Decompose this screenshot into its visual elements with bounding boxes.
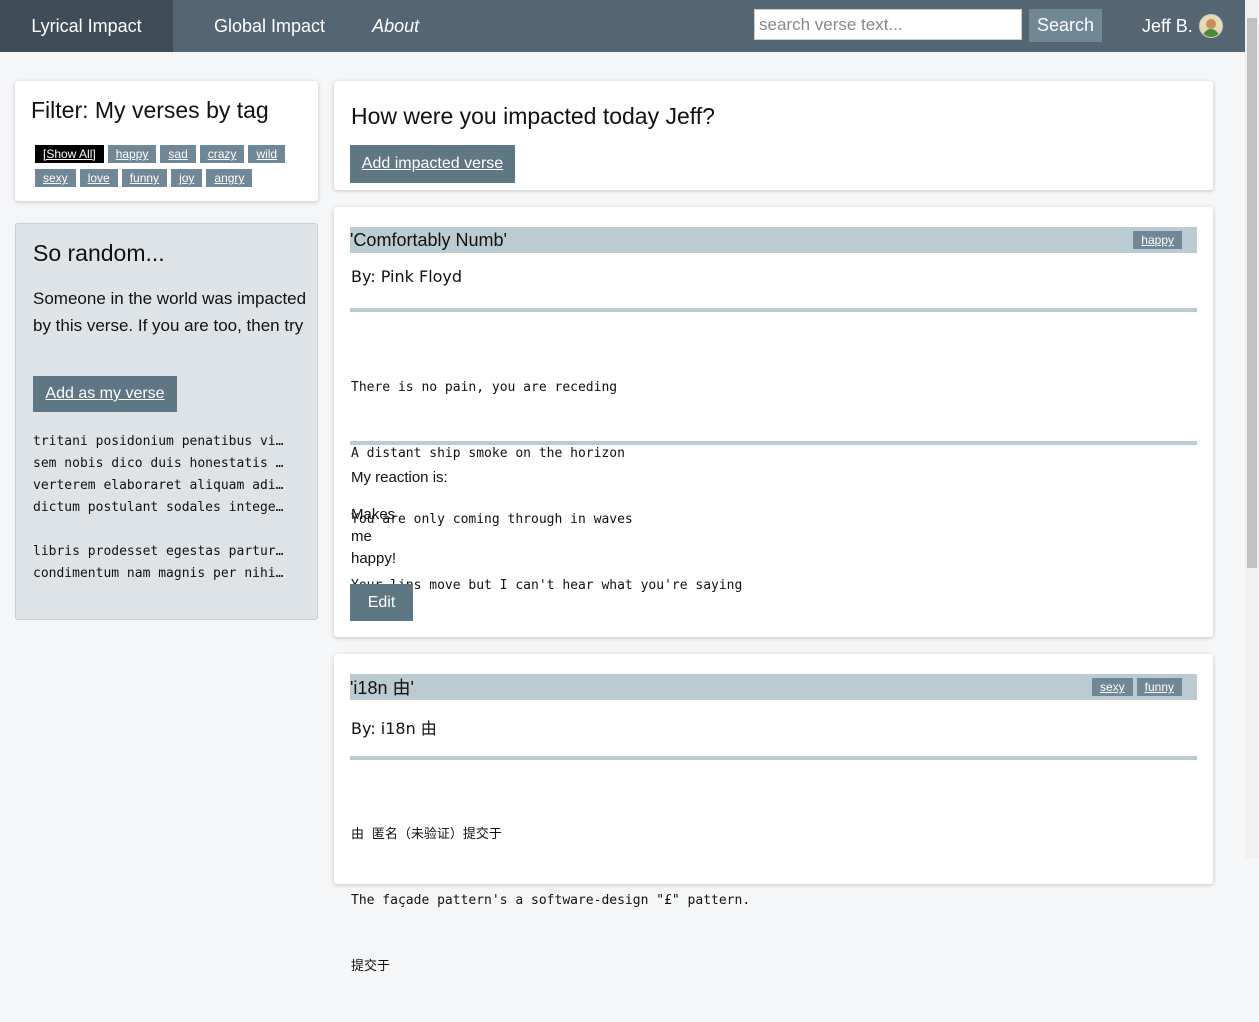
verse-author: By: i18n 由 (351, 719, 437, 738)
tag-wild[interactable]: wild (248, 145, 286, 163)
verse-card: 'Comfortably Numb' happy By: Pink Floyd … (334, 207, 1213, 637)
verse-line: There is no pain, you are receding (351, 380, 618, 395)
verse-line (33, 519, 300, 541)
divider (350, 441, 1197, 445)
impact-question: How were you impacted today Jeff? (351, 103, 715, 129)
edit-button[interactable]: Edit (350, 584, 413, 621)
verse-line: 由 匿名（未验证）提交于 (351, 827, 502, 842)
divider (350, 756, 1197, 760)
verse-line: 提交于 (351, 959, 391, 974)
verse-title: 'i18n 由' (350, 678, 414, 698)
reaction-line: Makes (351, 506, 396, 523)
random-verse-text: tritani posidonium penatibus vi… sem nob… (33, 431, 300, 585)
verse-line: A distant ship smoke on the horizon (351, 446, 625, 461)
verse-line: sem nobis dico duis honestatis … (33, 456, 284, 471)
filter-title: Filter: My verses by tag (31, 97, 269, 123)
avatar (1198, 14, 1223, 38)
tag-happy[interactable]: happy (107, 145, 157, 163)
divider (350, 308, 1197, 312)
page-scrollbar[interactable] (1245, 0, 1259, 858)
tag-angry[interactable]: angry (206, 169, 253, 187)
search-input[interactable] (754, 9, 1022, 40)
verse-tag-funny[interactable]: funny (1136, 678, 1182, 696)
verse-title: 'Comfortably Numb' (350, 229, 507, 250)
verse-tag-sexy[interactable]: sexy (1091, 678, 1133, 696)
random-description: Someone in the world was impacted by thi… (33, 289, 307, 335)
random-verse-card: So random... Someone in the world was im… (15, 223, 318, 620)
verse-tags: sexy funny (1088, 678, 1197, 696)
user-name: Jeff B. (1142, 15, 1193, 36)
verse-line: tritani posidonium penatibus vi… (33, 434, 284, 449)
user-menu[interactable]: Jeff B. (1142, 14, 1223, 38)
impact-prompt-card: How were you impacted today Jeff? Add im… (334, 81, 1213, 190)
about-link[interactable]: About (372, 16, 419, 37)
search-button[interactable]: Search (1029, 9, 1102, 42)
tag-show-all[interactable]: [Show All] (35, 145, 104, 163)
reaction-text: Makes me happy! (351, 504, 411, 570)
tag-funny[interactable]: funny (121, 169, 168, 187)
global-impact-link[interactable]: Global Impact (214, 16, 325, 37)
verse-line: condimentum nam magnis per nihi… (33, 566, 284, 581)
reaction-line: happy! (351, 550, 397, 567)
tag-love[interactable]: love (79, 169, 118, 187)
verse-tag-happy[interactable]: happy (1133, 231, 1182, 249)
scrollbar-thumb[interactable] (1247, 18, 1257, 568)
filter-tag-list: [Show All] happy sad crazy wild sexy love funny… (35, 145, 305, 193)
verse-line: The façade pattern's a software-design "… (351, 893, 751, 908)
verse-card: 'i18n 由' sexy funny By: i18n 由 由 匿名（未验证）… (334, 654, 1213, 974)
verse-tags: happy (1129, 231, 1197, 249)
tag-sexy[interactable]: sexy (35, 169, 76, 187)
tag-joy[interactable]: joy (171, 169, 203, 187)
filter-card: Filter: My verses by tag [Show All] happy… (15, 81, 318, 201)
verse-text: 由 匿名（未验证）提交于 The façade pattern's a soft… (351, 780, 750, 1022)
reaction-label: My reaction is: (351, 469, 448, 486)
reaction-line: me (351, 528, 372, 545)
verse-header: 'Comfortably Numb' happy (350, 227, 1197, 253)
verse-line: verterem elaboraret aliquam adi… (33, 478, 284, 493)
add-as-my-verse-button[interactable]: Add as my verse (33, 376, 177, 412)
tag-sad[interactable]: sad (160, 145, 196, 163)
brand-link[interactable]: Lyrical Impact (0, 0, 173, 52)
random-title: So random... (33, 240, 165, 266)
verse-header: 'i18n 由' sexy funny (350, 674, 1197, 700)
verse-line: libris prodesset egestas partur… (33, 544, 284, 559)
tag-crazy[interactable]: crazy (199, 145, 245, 163)
add-impacted-verse-button[interactable]: Add impacted verse (350, 145, 515, 183)
verse-line: dictum postulant sodales intege… (33, 500, 284, 515)
top-navbar: Lyrical Impact Global Impact About Searc… (0, 0, 1245, 52)
verse-author: By: Pink Floyd (351, 267, 463, 286)
